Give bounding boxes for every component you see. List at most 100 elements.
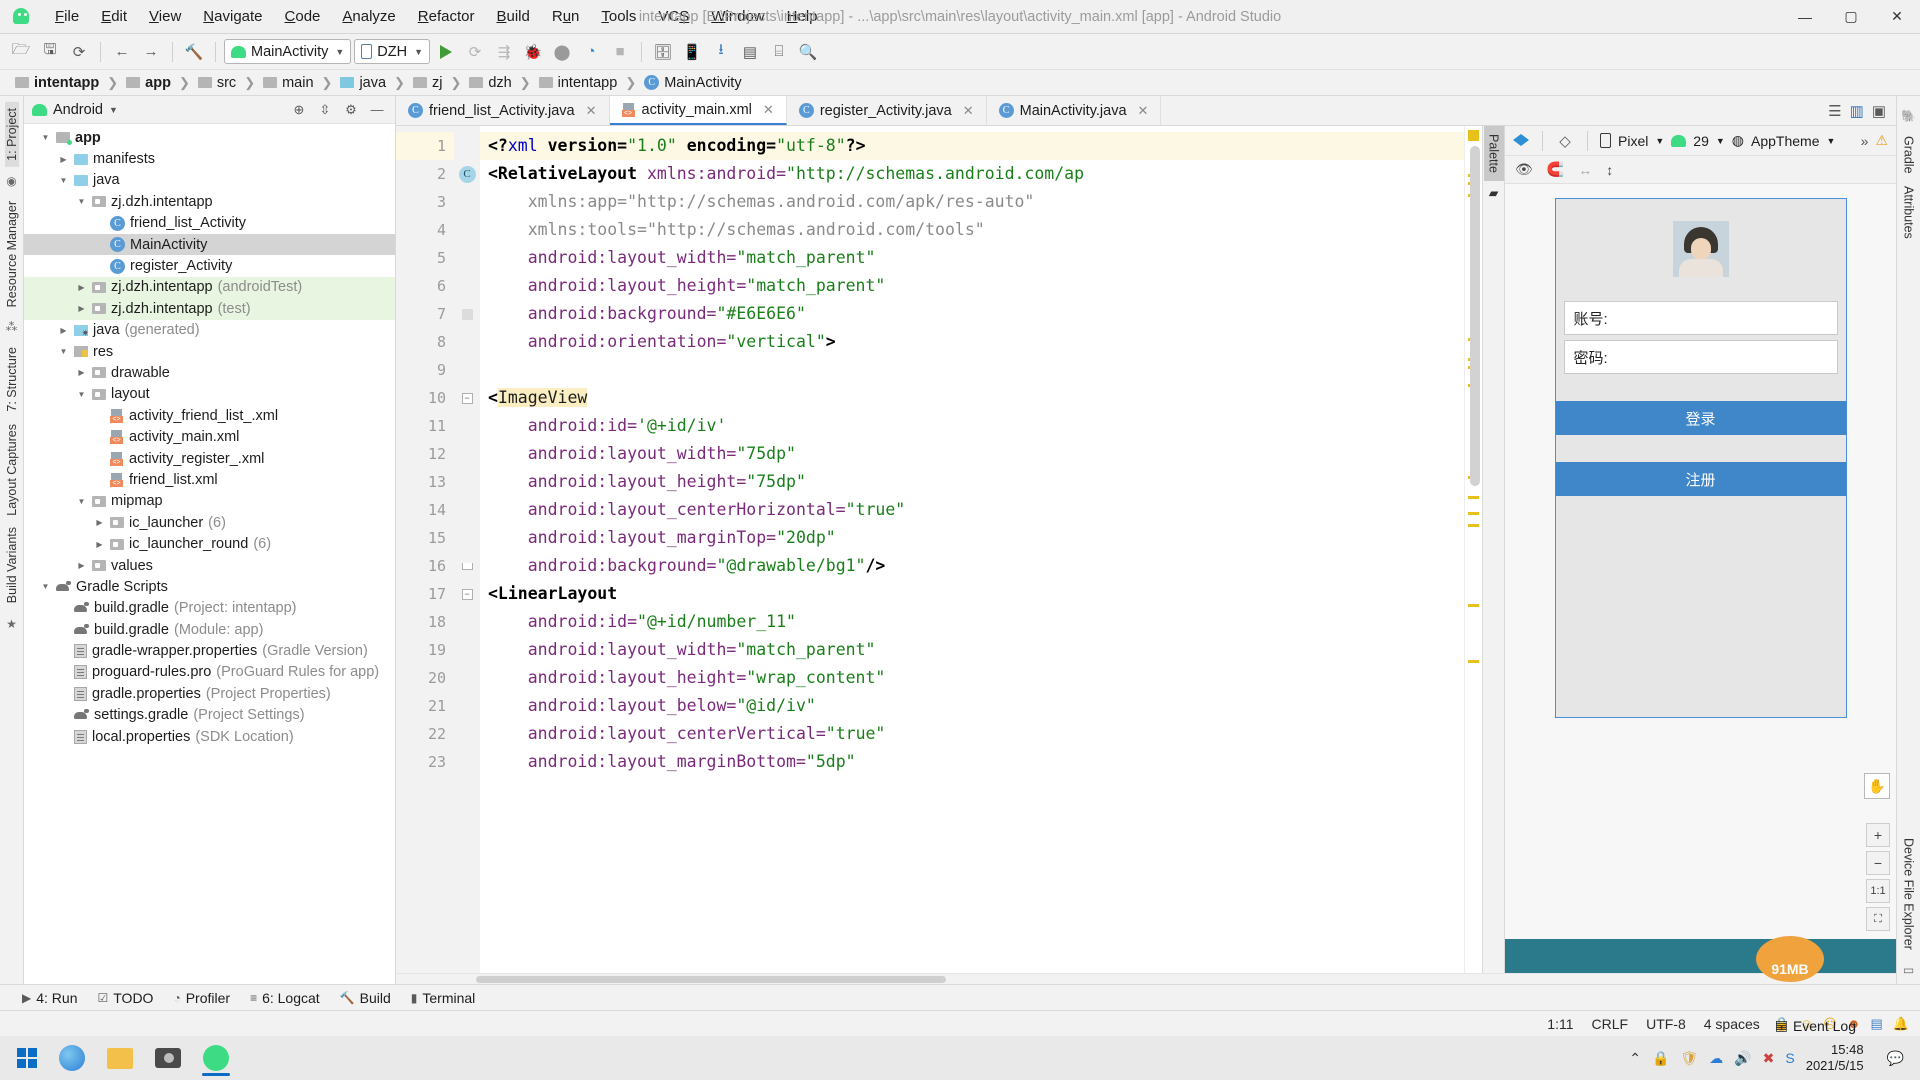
breadcrumb-item-intentapp[interactable]: intentapp: [12, 74, 102, 92]
breadcrumb-item-src[interactable]: src: [195, 74, 239, 92]
scrollbar-thumb[interactable]: [476, 976, 946, 983]
tree-item-zj-dzh-intentapp[interactable]: ▶zj.dzh.intentapp(androidTest): [24, 277, 395, 298]
gutter-marker[interactable]: [454, 748, 480, 776]
sogou-icon[interactable]: S: [1785, 1050, 1794, 1066]
chevron-down-icon[interactable]: ▼: [76, 390, 87, 399]
gutter-marker[interactable]: [454, 328, 480, 356]
tree-item-build-gradle[interactable]: ▶build.gradle(Project: intentapp): [24, 598, 395, 619]
editor-tab-register-activity-java[interactable]: Cregister_Activity.java✕: [787, 96, 987, 125]
editor-tab-friend-list-activity-java[interactable]: Cfriend_list_Activity.java✕: [396, 96, 610, 125]
tree-item-gradle-properties[interactable]: ▶gradle.properties(Project Properties): [24, 683, 395, 704]
bottom-tab-profiler[interactable]: ◔Profiler: [173, 990, 230, 1006]
chevron-right-icon[interactable]: ▶: [76, 561, 87, 570]
code-line[interactable]: <LinearLayout: [480, 580, 1464, 608]
rotate-orientation-icon[interactable]: ◇: [1555, 131, 1575, 151]
action-center-icon[interactable]: 💬: [1887, 1050, 1904, 1067]
code-line[interactable]: android:layout_below="@id/iv": [480, 692, 1464, 720]
sidebar-item-attributes[interactable]: Attributes: [1902, 180, 1916, 245]
pan-tool-button[interactable]: ✋: [1864, 773, 1890, 799]
notification-icon[interactable]: 🔔: [1893, 1016, 1909, 1032]
code-line[interactable]: android:layout_height="75dp": [480, 468, 1464, 496]
gutter-marker[interactable]: [454, 664, 480, 692]
preview-api-label[interactable]: 29: [1693, 133, 1709, 149]
code-line[interactable]: android:id="@+id/number_11": [480, 608, 1464, 636]
gutter-marker[interactable]: [454, 496, 480, 524]
code-line[interactable]: android:layout_width="match_parent": [480, 636, 1464, 664]
menu-item-build[interactable]: Build: [485, 4, 540, 29]
sdk-manager-icon[interactable]: 🗄: [650, 39, 676, 65]
code-editor[interactable]: 1234567891011121314151617181920212223 C−…: [396, 126, 1482, 973]
open-folder-icon[interactable]: 🗁: [8, 39, 34, 65]
code-line[interactable]: android:layout_marginTop="20dp": [480, 524, 1464, 552]
build-hammer-icon[interactable]: 🔨: [181, 39, 207, 65]
tree-item-zj-dzh-intentapp[interactable]: ▶zj.dzh.intentapp(test): [24, 298, 395, 319]
taskbar-clock[interactable]: 15:48 2021/5/15: [1806, 1042, 1876, 1074]
profiler-icon[interactable]: ◔: [578, 39, 604, 65]
sync-gradle-icon[interactable]: ⭳: [708, 39, 734, 65]
close-icon[interactable]: ✕: [763, 102, 774, 118]
gutter-marker[interactable]: [454, 720, 480, 748]
stripe-warning-marker[interactable]: [1468, 130, 1479, 141]
register-button[interactable]: 注册: [1556, 462, 1846, 496]
editor-tab-activity-main-xml[interactable]: <>activity_main.xml✕: [610, 96, 787, 125]
stripe-marker[interactable]: [1468, 496, 1479, 499]
browser-icon[interactable]: [48, 1038, 96, 1078]
preview-canvas[interactable]: 账号: 密码: 登录 注册 ✋: [1505, 184, 1896, 973]
project-tree[interactable]: ▼app▶manifests▼java▼zj.dzh.intentapp▶Cfr…: [24, 124, 395, 984]
maximize-button[interactable]: ▢: [1828, 0, 1874, 34]
preview-overflow-button[interactable]: »: [1861, 133, 1869, 149]
hide-icon[interactable]: —: [367, 100, 387, 120]
sidebar-item-device-file-explorer[interactable]: Device File Explorer: [1902, 832, 1916, 956]
menu-item-file[interactable]: File: [44, 4, 90, 29]
sidebar-item-structure[interactable]: 7: Structure: [5, 341, 19, 418]
account-field[interactable]: 账号:: [1564, 301, 1838, 335]
gutter-marker[interactable]: −: [454, 384, 480, 412]
tree-item-layout[interactable]: ▼layout: [24, 384, 395, 405]
color-swatch-icon[interactable]: [462, 309, 473, 320]
debug-icon[interactable]: 🐞: [520, 39, 546, 65]
device-selector[interactable]: DZH ▼: [354, 39, 430, 64]
tree-item-settings-gradle[interactable]: ▶settings.gradle(Project Settings): [24, 705, 395, 726]
file-encoding[interactable]: UTF-8: [1637, 1016, 1695, 1032]
avd-manager-icon[interactable]: 📱: [679, 39, 705, 65]
android-studio-icon[interactable]: [192, 1038, 240, 1078]
tree-item-friend-list-activity[interactable]: ▶Cfriend_list_Activity: [24, 213, 395, 234]
text-mode-icon[interactable]: ☰: [1828, 102, 1841, 120]
expand-vertical-icon[interactable]: ↕: [1606, 162, 1613, 178]
back-arrow-icon[interactable]: ←: [109, 39, 135, 65]
zoom-out-button[interactable]: −: [1866, 851, 1890, 875]
gutter-marker[interactable]: [454, 524, 480, 552]
bottom-tab-4-run[interactable]: ▶4: Run: [22, 990, 77, 1006]
sidebar-item-layout-captures[interactable]: Layout Captures: [5, 418, 19, 522]
minimize-button[interactable]: —: [1782, 0, 1828, 34]
split-mode-icon[interactable]: ▥: [1850, 102, 1864, 120]
breadcrumb[interactable]: intentapp❯app❯src❯main❯java❯zj❯dzh❯inten…: [0, 70, 1920, 96]
code-line[interactable]: <?xml version="1.0" encoding="utf-8"?>: [480, 132, 1464, 160]
error-stripe-marker-column[interactable]: [1464, 126, 1482, 973]
indent-setting[interactable]: 4 spaces: [1695, 1016, 1769, 1032]
gutter-marker[interactable]: [454, 272, 480, 300]
chevron-down-icon[interactable]: ▼: [58, 176, 69, 185]
menu-item-navigate[interactable]: Navigate: [192, 4, 273, 29]
breadcrumb-item-java[interactable]: java: [337, 74, 389, 92]
menu-item-run[interactable]: Run: [541, 4, 591, 29]
gutter-marker[interactable]: [454, 468, 480, 496]
breadcrumb-item-mainactivity[interactable]: CMainActivity: [641, 74, 744, 92]
search-everywhere-icon[interactable]: 🔍: [795, 39, 821, 65]
chevron-right-icon[interactable]: ▶: [58, 326, 69, 335]
tree-item-drawable[interactable]: ▶drawable: [24, 362, 395, 383]
chevron-right-icon[interactable]: ▶: [76, 283, 87, 292]
close-icon[interactable]: ✕: [586, 103, 597, 119]
bottom-tab-todo[interactable]: ☑TODO: [97, 990, 153, 1006]
gutter-marker[interactable]: [454, 692, 480, 720]
tree-item-zj-dzh-intentapp[interactable]: ▼zj.dzh.intentapp: [24, 191, 395, 212]
chevron-down-icon[interactable]: ▼: [1655, 136, 1664, 146]
collapse-all-icon[interactable]: ⇳: [315, 100, 335, 120]
close-icon[interactable]: ✕: [963, 103, 974, 119]
tree-item-app[interactable]: ▼app: [24, 127, 395, 148]
gutter-marker[interactable]: [454, 244, 480, 272]
code-line[interactable]: android:layout_centerVertical="true": [480, 720, 1464, 748]
fold-end-icon[interactable]: [462, 563, 473, 570]
menu-item-view[interactable]: View: [138, 4, 192, 29]
gutter-marker[interactable]: [454, 216, 480, 244]
